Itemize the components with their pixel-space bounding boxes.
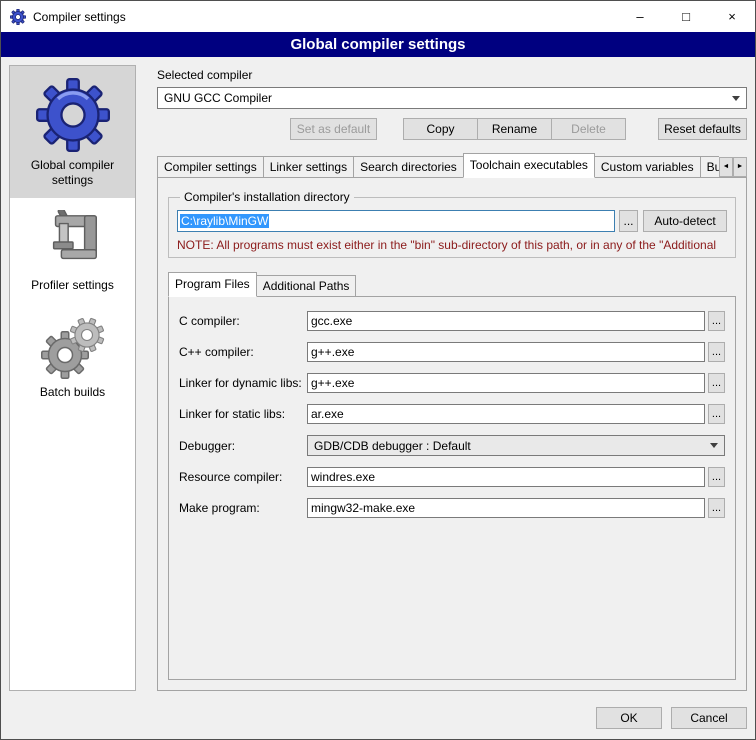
subtab-additional-paths[interactable]: Additional Paths — [256, 275, 357, 297]
resource-compiler-input[interactable] — [307, 467, 705, 487]
autodetect-button[interactable]: Auto-detect — [643, 210, 727, 232]
tab-scroll-left-button[interactable]: ◄ — [719, 157, 733, 177]
install-dir-row: C:\raylib\MinGW ... Auto-detect — [177, 210, 727, 232]
dynamic-linker-input[interactable] — [307, 373, 705, 393]
sidebar-item-global-compiler-settings[interactable]: Global compiler settings — [10, 66, 135, 198]
debugger-select-value: GDB/CDB debugger : Default — [314, 439, 704, 453]
tab-custom-variables[interactable]: Custom variables — [594, 156, 701, 178]
dynamic-linker-label: Linker for dynamic libs: — [179, 376, 307, 390]
compiler-select[interactable]: GNU GCC Compiler — [157, 87, 747, 109]
static-linker-input[interactable] — [307, 404, 705, 424]
cpp-compiler-browse-button[interactable]: ... — [708, 342, 725, 362]
install-dir-value: C:\raylib\MinGW — [180, 214, 269, 228]
close-button[interactable]: × — [709, 1, 755, 32]
chevron-down-icon — [732, 96, 740, 101]
field-row: Debugger: GDB/CDB debugger : Default — [179, 435, 725, 456]
reset-defaults-button[interactable]: Reset defaults — [658, 118, 747, 140]
minimize-button[interactable]: – — [617, 1, 663, 32]
sidebar-item-label: Profiler settings — [31, 278, 114, 293]
make-program-browse-button[interactable]: ... — [708, 498, 725, 518]
resource-compiler-browse-button[interactable]: ... — [708, 467, 725, 487]
tab-compiler-settings[interactable]: Compiler settings — [157, 156, 264, 178]
subtab-program-files[interactable]: Program Files — [168, 272, 257, 297]
install-dir-input[interactable]: C:\raylib\MinGW — [177, 210, 615, 232]
compiler-tabstrip: Compiler settings Linker settings Search… — [157, 153, 747, 178]
toolchain-executables-panel: Compiler's installation directory C:\ray… — [157, 177, 747, 691]
compiler-tabs: Compiler settings Linker settings Search… — [157, 153, 719, 178]
sidebar-item-batch-builds[interactable]: Batch builds — [10, 303, 135, 410]
delete-button[interactable]: Delete — [551, 118, 626, 140]
selected-compiler-label: Selected compiler — [157, 68, 747, 82]
chevron-down-icon — [710, 443, 718, 448]
tab-build-options[interactable]: Buil — [700, 156, 719, 178]
tab-scroll-controls: ◄ ► — [719, 157, 747, 177]
debugger-label: Debugger: — [179, 439, 307, 453]
window-title: Compiler settings — [33, 10, 126, 24]
settings-category-list: Global compiler settings — [9, 65, 136, 691]
cpp-compiler-input[interactable] — [307, 342, 705, 362]
static-linker-browse-button[interactable]: ... — [708, 404, 725, 424]
dynamic-linker-browse-button[interactable]: ... — [708, 373, 725, 393]
make-program-input[interactable] — [307, 498, 705, 518]
field-row: Linker for static libs: ... — [179, 404, 725, 424]
c-compiler-label: C compiler: — [179, 314, 307, 328]
install-dir-group-title: Compiler's installation directory — [180, 190, 354, 204]
c-compiler-input[interactable] — [307, 311, 705, 331]
field-row: Resource compiler: ... — [179, 467, 725, 487]
compiler-select-value: GNU GCC Compiler — [164, 91, 726, 105]
dialog-footer: OK Cancel — [1, 697, 755, 739]
maximize-button[interactable]: □ — [663, 1, 709, 32]
cancel-button[interactable]: Cancel — [671, 707, 747, 729]
static-linker-label: Linker for static libs: — [179, 407, 307, 421]
sidebar-item-label: Batch builds — [40, 385, 105, 400]
resource-compiler-label: Resource compiler: — [179, 470, 307, 484]
install-dir-browse-button[interactable]: ... — [619, 210, 638, 232]
blue-gear-icon — [36, 78, 110, 152]
install-dir-group: Compiler's installation directory C:\ray… — [168, 190, 736, 258]
tab-search-directories[interactable]: Search directories — [353, 156, 464, 178]
program-files-tabs: Program Files Additional Paths — [168, 272, 736, 297]
titlebar[interactable]: Compiler settings – □ × — [1, 1, 755, 32]
debugger-select[interactable]: GDB/CDB debugger : Default — [307, 435, 725, 456]
c-compiler-browse-button[interactable]: ... — [708, 311, 725, 331]
field-row: Linker for dynamic libs: ... — [179, 373, 725, 393]
field-row: Make program: ... — [179, 498, 725, 518]
dialog-header: Global compiler settings — [1, 32, 755, 57]
tab-linker-settings[interactable]: Linker settings — [263, 156, 354, 178]
sidebar-item-profiler-settings[interactable]: Profiler settings — [10, 198, 135, 303]
field-row: C compiler: ... — [179, 311, 725, 331]
set-as-default-button[interactable]: Set as default — [290, 118, 377, 140]
rename-button[interactable]: Rename — [477, 118, 552, 140]
sidebar-item-label: Global compiler settings — [13, 158, 132, 188]
copy-button[interactable]: Copy — [403, 118, 478, 140]
clamp-icon — [42, 210, 104, 272]
ok-button[interactable]: OK — [596, 707, 662, 729]
window-icon — [10, 9, 26, 25]
dialog-body: Global compiler settings — [1, 57, 755, 697]
program-files-panel: C compiler: ... C++ compiler: ... Linker… — [168, 296, 736, 680]
compiler-actions: Set as default Copy Rename Delete Reset … — [157, 118, 747, 140]
gray-gears-icon — [41, 315, 105, 379]
main-panel: Selected compiler GNU GCC Compiler Set a… — [157, 65, 747, 691]
tab-scroll-right-button[interactable]: ► — [733, 157, 747, 177]
cpp-compiler-label: C++ compiler: — [179, 345, 307, 359]
program-files-tabstrip: Program Files Additional Paths — [168, 272, 736, 297]
install-dir-note: NOTE: All programs must exist either in … — [177, 238, 727, 252]
window-controls: – □ × — [617, 1, 755, 32]
compiler-settings-window: Compiler settings – □ × Global compiler … — [0, 0, 756, 740]
make-program-label: Make program: — [179, 501, 307, 515]
field-row: C++ compiler: ... — [179, 342, 725, 362]
tab-toolchain-executables[interactable]: Toolchain executables — [463, 153, 595, 178]
